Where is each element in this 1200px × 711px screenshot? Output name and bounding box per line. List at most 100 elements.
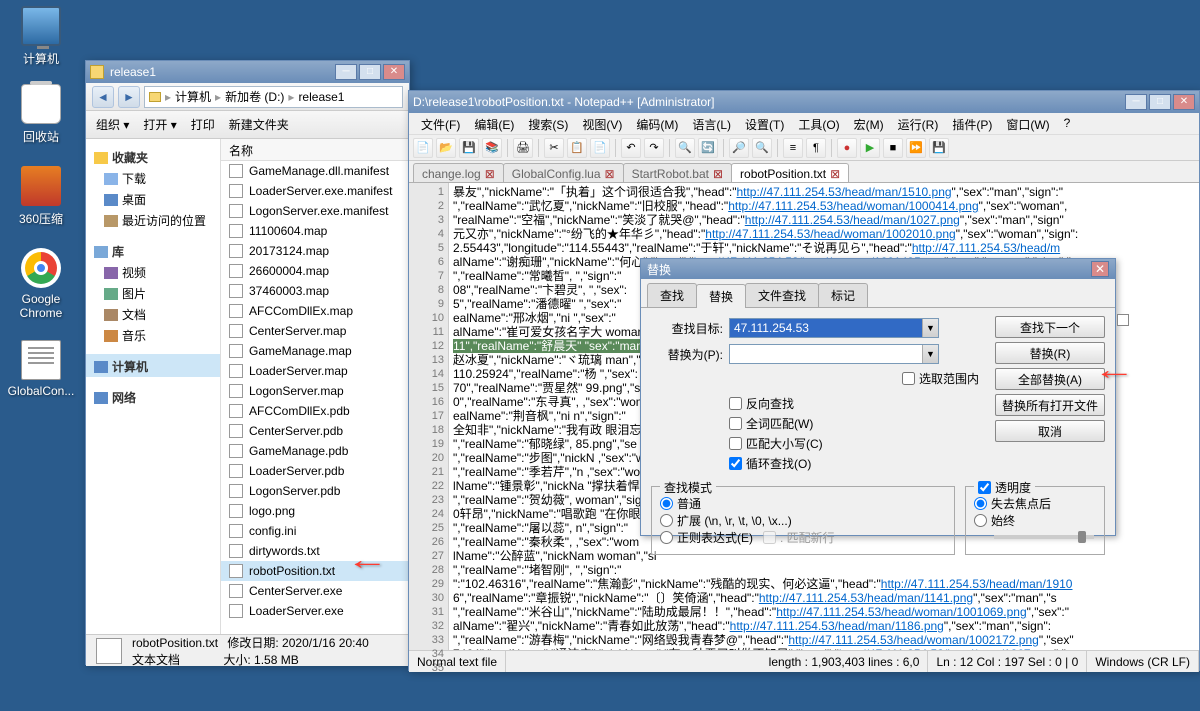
dialog-tab[interactable]: 替换 [696, 284, 746, 308]
organize-menu[interactable]: 组织 ▾ [96, 116, 129, 133]
url-link[interactable]: http://47.111.254.53/head/man/1186.png [730, 619, 944, 633]
tab-close-icon[interactable]: ⊠ [830, 167, 840, 181]
menu-item[interactable]: 文件(F) [415, 113, 466, 134]
close-button[interactable]: ✕ [1173, 94, 1195, 110]
menu-item[interactable]: 工具(O) [792, 113, 845, 134]
file-item[interactable]: robotPosition.txt [221, 561, 409, 581]
notepadpp-titlebar[interactable]: D:\release1\robotPosition.txt - Notepad+… [409, 91, 1199, 113]
fast-fwd-icon[interactable]: ⏩ [906, 138, 926, 158]
url-link[interactable]: http://47.111.254.53/head/woman/1002010.… [705, 227, 955, 241]
close-button[interactable]: ✕ [1091, 261, 1109, 277]
file-item[interactable]: LoaderServer.map [221, 361, 409, 381]
backward-checkbox[interactable] [729, 397, 742, 410]
zoom-out-icon[interactable]: 🔍 [752, 138, 772, 158]
find-next-button[interactable]: 查找下一个 [995, 316, 1105, 338]
file-item[interactable]: 11100604.map [221, 221, 409, 241]
file-list-header[interactable]: 名称 [221, 139, 409, 161]
file-item[interactable]: CenterServer.map [221, 321, 409, 341]
paste-icon[interactable]: 📄 [590, 138, 610, 158]
breadcrumb[interactable]: ▸计算机 ▸新加卷 (D:) ▸release1 [144, 86, 403, 108]
dropdown-icon[interactable]: ▼ [922, 345, 938, 363]
file-item[interactable]: logo.png [221, 501, 409, 521]
print-icon[interactable]: 🖨 [513, 138, 533, 158]
file-item[interactable]: CenterServer.exe [221, 581, 409, 601]
redo-icon[interactable]: ↷ [644, 138, 664, 158]
mode-normal-radio[interactable] [660, 497, 673, 510]
file-item[interactable]: 20173124.map [221, 241, 409, 261]
open-menu[interactable]: 打开 ▾ [143, 116, 176, 133]
tab-close-icon[interactable]: ⊠ [605, 167, 615, 181]
mode-extended-radio[interactable] [660, 514, 673, 527]
pin-checkbox[interactable] [1117, 314, 1129, 326]
url-link[interactable]: http://47.111.254.53/head/woman/1001069.… [776, 605, 1026, 619]
dialog-tab[interactable]: 标记 [818, 283, 868, 307]
trans-lose-radio[interactable] [974, 497, 987, 510]
record-icon[interactable]: ● [837, 138, 857, 158]
menu-item[interactable]: 设置(T) [739, 113, 790, 134]
copy-icon[interactable]: 📋 [567, 138, 587, 158]
sidebar-libraries-hdr[interactable]: 库 [86, 239, 220, 262]
file-item[interactable]: AFCComDllEx.pdb [221, 401, 409, 421]
url-link[interactable]: http://47.111.254.53/head/woman/1002172.… [788, 633, 1038, 647]
url-link[interactable]: http://47.111.254.53/head/m [912, 241, 1060, 255]
new-file-icon[interactable]: 📄 [413, 138, 433, 158]
find-icon[interactable]: 🔍 [675, 138, 695, 158]
file-item[interactable]: LoaderServer.exe [221, 601, 409, 621]
open-file-icon[interactable]: 📂 [436, 138, 456, 158]
sidebar-item-documents[interactable]: 文档 [86, 304, 220, 325]
file-item[interactable]: GameManage.map [221, 341, 409, 361]
file-item[interactable]: CenterServer.pdb [221, 421, 409, 441]
forward-button[interactable]: ► [118, 86, 140, 108]
undo-icon[interactable]: ↶ [621, 138, 641, 158]
file-item[interactable]: config.ini [221, 521, 409, 541]
file-item[interactable]: LogonServer.pdb [221, 481, 409, 501]
desktop-icon-globalcon[interactable]: GlobalCon... [6, 340, 76, 398]
save-macro-icon[interactable]: 💾 [929, 138, 949, 158]
dialog-tab[interactable]: 查找 [647, 283, 697, 307]
whole-word-checkbox[interactable] [729, 417, 742, 430]
menu-item[interactable]: 视图(V) [576, 113, 628, 134]
transparency-slider[interactable] [994, 535, 1094, 539]
menu-item[interactable]: 语言(L) [686, 113, 737, 134]
menu-item[interactable]: 编码(M) [630, 113, 684, 134]
tab-close-icon[interactable]: ⊠ [713, 167, 723, 181]
explorer-titlebar[interactable]: release1 ─ □ ✕ [86, 61, 409, 83]
wrap-checkbox[interactable] [729, 457, 742, 470]
file-tab[interactable]: StartRobot.bat⊠ [623, 163, 732, 182]
desktop-icon-zip[interactable]: 360压缩 [6, 166, 76, 227]
replace-all-button[interactable]: 全部替换(A) [995, 368, 1105, 390]
minimize-button[interactable]: ─ [1125, 94, 1147, 110]
sidebar-item-desktop[interactable]: 桌面 [86, 189, 220, 210]
find-input[interactable]: ▼ [729, 318, 939, 338]
new-folder-button[interactable]: 新建文件夹 [229, 116, 289, 133]
url-link[interactable]: http://47.111.254.53/head/man/1867.png [839, 647, 1054, 650]
sidebar-item-pictures[interactable]: 图片 [86, 283, 220, 304]
play-icon[interactable]: ▶ [860, 138, 880, 158]
file-tab[interactable]: GlobalConfig.lua⊠ [503, 163, 624, 182]
file-tab[interactable]: change.log⊠ [413, 163, 504, 182]
file-item[interactable]: LoaderServer.exe.manifest [221, 181, 409, 201]
menu-item[interactable]: 运行(R) [892, 113, 945, 134]
sidebar-item-recent[interactable]: 最近访问的位置 [86, 210, 220, 231]
print-button[interactable]: 打印 [191, 116, 215, 133]
back-button[interactable]: ◄ [92, 86, 114, 108]
replace-input[interactable]: ▼ [729, 344, 939, 364]
url-link[interactable]: http://47.111.254.53/head/man/1141.png [759, 591, 973, 605]
menu-item[interactable]: ? [1058, 113, 1077, 134]
maximize-button[interactable]: □ [359, 64, 381, 80]
sidebar-item-videos[interactable]: 视频 [86, 262, 220, 283]
file-item[interactable]: LogonServer.map [221, 381, 409, 401]
sidebar-favorites-hdr[interactable]: 收藏夹 [86, 145, 220, 168]
url-link[interactable]: http://47.111.254.53/head/man/1027.png [745, 213, 960, 227]
file-item[interactable]: dirtywords.txt [221, 541, 409, 561]
close-button[interactable]: ✕ [383, 64, 405, 80]
transparency-checkbox[interactable] [978, 481, 991, 494]
file-item[interactable]: 26600004.map [221, 261, 409, 281]
menu-item[interactable]: 窗口(W) [1000, 113, 1055, 134]
save-all-icon[interactable]: 📚 [482, 138, 502, 158]
cancel-button[interactable]: 取消 [995, 420, 1105, 442]
mode-regex-radio[interactable] [660, 531, 673, 544]
minimize-button[interactable]: ─ [335, 64, 357, 80]
replace-button[interactable]: 替换(R) [995, 342, 1105, 364]
replace-in-files-button[interactable]: 替换所有打开文件 [995, 394, 1105, 416]
